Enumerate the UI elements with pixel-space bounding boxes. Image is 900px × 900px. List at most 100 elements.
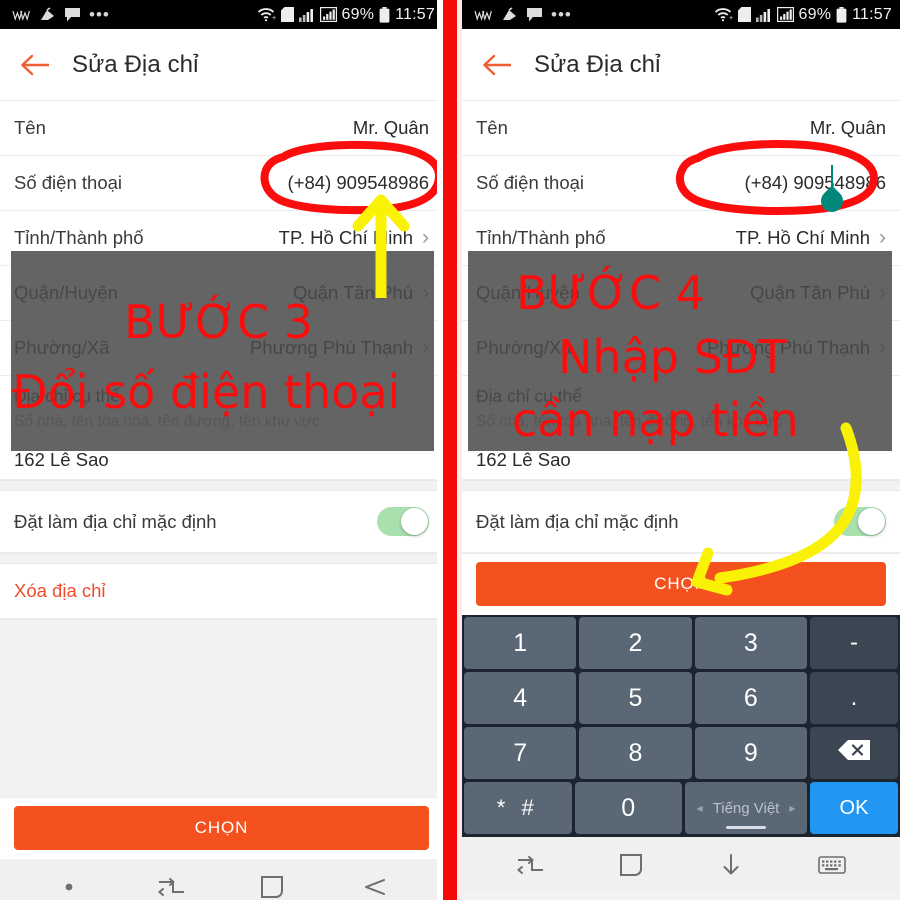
cleaner-icon xyxy=(501,7,518,22)
key-dash[interactable]: - xyxy=(809,617,898,669)
key-language-switch[interactable]: ◂ Tiếng Việt ▸ xyxy=(685,782,807,834)
field-row-name[interactable]: Tên Mr. Quân xyxy=(462,101,900,156)
chat-bubble-icon xyxy=(65,7,80,22)
clock-label: 11:57 xyxy=(852,5,892,23)
keyboard-row: 1 2 3 - xyxy=(462,617,900,672)
keyboard-row: 4 5 6 . xyxy=(462,672,900,727)
field-row-detail-address[interactable]: Địa chỉ cụ thể Số nhà, tên tòa nhà, tên … xyxy=(462,376,900,480)
signal-bars-icon xyxy=(755,8,772,22)
delete-address-section-left: Xóa địa chỉ xyxy=(0,564,443,619)
battery-percent-label: 69% xyxy=(798,5,832,23)
field-value-phone: (+84) 909548986 xyxy=(287,172,429,193)
default-address-row[interactable]: Đặt làm địa chỉ mặc định xyxy=(462,491,900,553)
default-address-toggle[interactable] xyxy=(834,507,886,536)
field-value-name: Mr. Quân xyxy=(809,117,886,138)
status-bar-left: ••• + 69% 11:57 xyxy=(0,0,443,29)
android-nav-bar-right xyxy=(462,837,900,892)
key-6[interactable]: 6 xyxy=(694,672,807,724)
field-value-district: Quận Tân Phú › xyxy=(750,282,886,304)
key-9[interactable]: 9 xyxy=(694,727,807,779)
field-label-province: Tỉnh/Thành phố xyxy=(476,227,606,248)
field-row-name[interactable]: Tên Mr. Quân xyxy=(0,101,443,156)
key-star-hash[interactable]: * # xyxy=(464,782,572,834)
field-value-district: Quận Tân Phú › xyxy=(293,282,429,304)
keyboard-row: 7 8 9 xyxy=(462,727,900,782)
app-bar-right: Sửa Địa chỉ xyxy=(462,29,900,101)
empty-filler-left xyxy=(0,619,443,797)
field-row-detail-address[interactable]: Địa chỉ cụ thể Số nhà, tên tòa nhà, tên … xyxy=(0,376,443,480)
submit-bar-right: CHỌN xyxy=(462,553,900,615)
dot-indicator-icon[interactable] xyxy=(46,864,92,900)
field-row-district[interactable]: Quận/Huyện Quận Tân Phú › xyxy=(462,266,900,321)
chon-button[interactable]: CHỌN xyxy=(476,562,886,606)
chon-button[interactable]: CHỌN xyxy=(14,806,429,850)
clock-label: 11:57 xyxy=(395,5,435,23)
chat-bubble-icon xyxy=(527,7,542,22)
left-phone-screenshot: ••• + 69% 11:57 Sửa Địa chỉ Tên Mr. Quân… xyxy=(0,0,443,900)
cleaner-icon xyxy=(39,7,56,22)
field-row-phone[interactable]: Số điện thoại (+84) 909548986 xyxy=(0,156,443,211)
back-icon[interactable] xyxy=(351,864,397,900)
delete-address-row[interactable]: Xóa địa chỉ xyxy=(0,564,443,619)
recents-icon[interactable] xyxy=(148,864,194,900)
field-value-ward: Phương Phú Thạnh › xyxy=(707,337,886,359)
field-row-province[interactable]: Tỉnh/Thành phố TP. Hồ Chí Minh › xyxy=(462,211,900,266)
status-bar-right-right-icons: + 69% 11:57 xyxy=(714,6,892,24)
default-address-toggle[interactable] xyxy=(377,507,429,536)
key-0[interactable]: 0 xyxy=(574,782,682,834)
status-bar-left-icons: ••• xyxy=(12,6,110,23)
key-5[interactable]: 5 xyxy=(579,672,692,724)
key-8[interactable]: 8 xyxy=(579,727,692,779)
key-2[interactable]: 2 xyxy=(579,617,692,669)
field-row-district[interactable]: Quận/Huyện Quận Tân Phú › xyxy=(0,266,443,321)
field-label-detail-address: Địa chỉ cụ thể xyxy=(14,386,121,406)
svg-text:+: + xyxy=(729,15,733,22)
field-label-ward: Phường/Xã xyxy=(476,337,572,358)
address-form-right: Tên Mr. Quân Số điện thoại (+84) 9095489… xyxy=(462,101,900,480)
key-4[interactable]: 4 xyxy=(464,672,577,724)
key-period[interactable]: . xyxy=(809,672,898,724)
field-hint-detail-address: Số nhà, tên tòa nhà, tên đường, tên khu … xyxy=(14,413,320,430)
toggle-knob xyxy=(858,508,885,535)
key-1[interactable]: 1 xyxy=(464,617,577,669)
field-value-province: TP. Hồ Chí Minh › xyxy=(279,227,429,249)
field-value-detail-address: 162 Lê Sao xyxy=(476,449,571,470)
home-square-icon[interactable] xyxy=(608,842,654,888)
recents-icon[interactable] xyxy=(507,842,553,888)
keyboard-icon[interactable] xyxy=(809,842,855,888)
battery-percent-label: 69% xyxy=(341,5,375,23)
default-address-row[interactable]: Đặt làm địa chỉ mặc định xyxy=(0,491,443,553)
back-arrow-icon[interactable] xyxy=(476,44,518,86)
field-value-ward: Phương Phú Thạnh › xyxy=(250,337,429,359)
wifi-icon: + xyxy=(714,7,733,22)
hide-keyboard-down-icon[interactable] xyxy=(708,842,754,888)
field-value-phone: (+84) 909548986 xyxy=(744,172,886,193)
address-form-left: Tên Mr. Quân Số điện thoại (+84) 9095489… xyxy=(0,101,443,480)
status-bar-right-left-icons: ••• xyxy=(474,6,572,23)
back-arrow-icon[interactable] xyxy=(14,44,56,86)
home-square-icon[interactable] xyxy=(249,864,295,900)
chevron-right-icon: › xyxy=(879,335,886,359)
field-row-ward[interactable]: Phường/Xã Phương Phú Thạnh › xyxy=(462,321,900,376)
key-7[interactable]: 7 xyxy=(464,727,577,779)
chevron-right-icon: › xyxy=(422,280,429,304)
field-value-name: Mr. Quân xyxy=(352,117,429,138)
field-label-province: Tỉnh/Thành phố xyxy=(14,227,144,248)
field-row-ward[interactable]: Phường/Xã Phương Phú Thạnh › xyxy=(0,321,443,376)
key-language-label: Tiếng Việt xyxy=(712,799,780,817)
field-value-detail-address: 162 Lê Sao xyxy=(14,449,109,470)
right-phone-screenshot: ••• + 69% 11:57 Sửa Địa chỉ Tên Mr. Quân… xyxy=(462,0,900,900)
screenshot-root: ••• + 69% 11:57 Sửa Địa chỉ Tên Mr. Quân… xyxy=(0,0,900,900)
battery-icon xyxy=(836,6,847,23)
key-3[interactable]: 3 xyxy=(694,617,807,669)
key-backspace[interactable] xyxy=(809,727,898,779)
status-bar-right-icons: + 69% 11:57 xyxy=(257,6,435,24)
default-address-section-right: Đặt làm địa chỉ mặc định xyxy=(462,491,900,553)
field-value-ward-text: Phương Phú Thạnh xyxy=(706,337,870,358)
field-row-province[interactable]: Tỉnh/Thành phố TP. Hồ Chí Minh › xyxy=(0,211,443,266)
key-ok[interactable]: OK xyxy=(810,782,898,834)
android-nav-bar-left xyxy=(0,859,443,900)
chevron-right-icon: › xyxy=(879,280,886,304)
field-label-district: Quận/Huyện xyxy=(14,282,118,303)
wifi-icon: + xyxy=(257,7,276,22)
